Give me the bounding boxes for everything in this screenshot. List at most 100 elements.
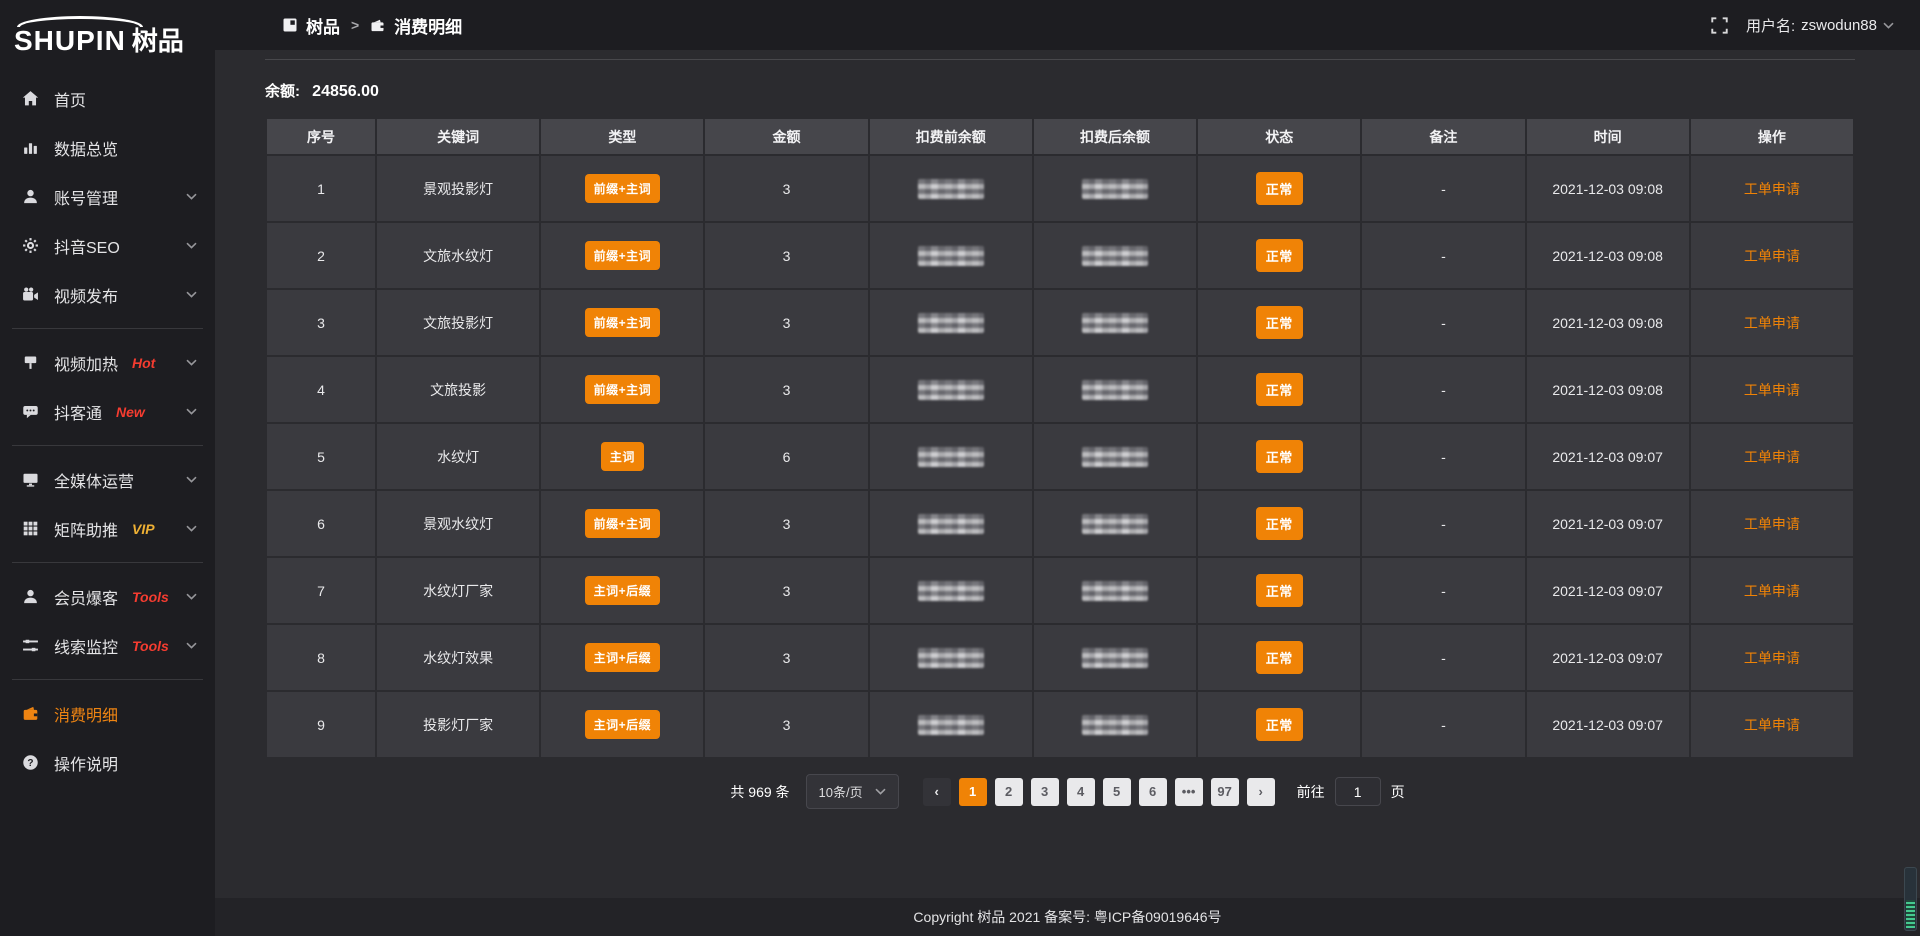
breadcrumb-item-home[interactable]: 树品 [306,13,340,38]
col-header-type: 类型 [540,118,704,155]
menu-divider [12,445,203,446]
status-badge: 正常 [1256,641,1303,674]
work-order-link[interactable]: 工单申请 [1744,181,1800,197]
col-header-amount: 金额 [704,118,868,155]
video-camera-icon [22,286,39,303]
work-order-link[interactable]: 工单申请 [1744,382,1800,398]
page-button-1[interactable]: 1 [959,778,987,806]
user-icon [22,188,39,205]
sidebar-menu: 首页 数据总览 账号管理 抖音 [0,64,215,787]
status-badge: 正常 [1256,507,1303,540]
work-order-link[interactable]: 工单申请 [1744,516,1800,532]
cell-keyword: 水纹灯效果 [376,624,540,691]
masked-balance [918,581,984,601]
menu-divider [12,328,203,329]
next-page-button[interactable]: › [1247,778,1275,806]
chevron-down-icon [186,242,197,249]
user-menu[interactable]: 用户名: zswodun88 [1746,15,1894,36]
page-button-2[interactable]: 2 [995,778,1023,806]
bottom-right-widget[interactable] [1904,867,1917,931]
work-order-link[interactable]: 工单申请 [1744,449,1800,465]
chevron-down-icon [186,359,197,366]
sidebar-item-label: 数据总览 [54,136,118,160]
sidebar-item-matrix-boost[interactable]: 矩阵助推 VIP [0,504,215,553]
breadcrumb: 树品 > 消费明细 [283,13,462,38]
cell-amount: 6 [704,423,868,490]
wallet-icon [22,705,39,722]
table-row: 5 水纹灯 主词 6 正常 - 2021-12-03 09:07 工单申请 [266,423,1854,490]
page-button-97[interactable]: 97 [1211,778,1239,806]
cell-index: 3 [266,289,376,356]
col-header-status: 状态 [1197,118,1361,155]
sidebar-item-operation-guide[interactable]: ? 操作说明 [0,738,215,787]
type-badge: 主词+后缀 [585,710,661,739]
sidebar-item-consumption-detail[interactable]: 消费明细 [0,689,215,738]
chevron-down-icon [186,291,197,298]
page-size-select[interactable]: 10条/页 [806,774,899,809]
page-button-3[interactable]: 3 [1031,778,1059,806]
sidebar-item-lead-monitoring[interactable]: 线索监控 Tools [0,621,215,670]
vip-badge: VIP [132,521,155,537]
pagination: 共 969 条 10条/页 ‹ 1 2 3 4 5 6 ••• 97 › 前 [215,774,1920,809]
sidebar-item-douketong[interactable]: 抖客通 New [0,387,215,436]
cell-index: 7 [266,557,376,624]
cell-status: 正常 [1197,624,1361,691]
pagination-total: 共 969 条 [730,782,789,802]
type-badge: 主词 [601,442,644,471]
sidebar-item-all-media-operation[interactable]: 全媒体运营 [0,455,215,504]
cell-action: 工单申请 [1690,691,1854,758]
widget-stripes-icon [1906,900,1915,928]
masked-balance [918,514,984,534]
logo-text-cn: 树品 [132,28,184,54]
masked-balance [1082,715,1148,735]
masked-balance [918,246,984,266]
status-badge: 正常 [1256,373,1303,406]
cell-type: 前缀+主词 [540,289,704,356]
masked-balance [1082,179,1148,199]
table-header-row: 序号 关键词 类型 金额 扣费前余额 扣费后余额 状态 备注 时间 操作 [266,118,1854,155]
sidebar-item-label: 视频发布 [54,283,118,307]
status-badge: 正常 [1256,239,1303,272]
cell-amount: 3 [704,557,868,624]
page-ellipsis-button[interactable]: ••• [1175,778,1203,806]
sidebar-item-label: 抖客通 [54,400,102,424]
cell-action: 工单申请 [1690,155,1854,222]
cell-balance-after [1033,691,1197,758]
work-order-link[interactable]: 工单申请 [1744,248,1800,264]
cell-status: 正常 [1197,423,1361,490]
page-button-5[interactable]: 5 [1103,778,1131,806]
cell-time: 2021-12-03 09:07 [1526,423,1690,490]
bar-chart-icon [22,139,39,156]
table-row: 1 景观投影灯 前缀+主词 3 正常 - 2021-12-03 09:08 工单… [266,155,1854,222]
cell-balance-after [1033,289,1197,356]
work-order-link[interactable]: 工单申请 [1744,717,1800,733]
sidebar-item-account-management[interactable]: 账号管理 [0,172,215,221]
sidebar-item-video-publish[interactable]: 视频发布 [0,270,215,319]
cell-note: - [1361,222,1525,289]
header-divider [265,59,1855,60]
goto-page-input[interactable] [1335,777,1381,806]
sidebar-item-data-overview[interactable]: 数据总览 [0,123,215,172]
fullscreen-icon[interactable] [1711,17,1728,34]
page-button-4[interactable]: 4 [1067,778,1095,806]
wallet-icon [370,18,385,33]
goto-label: 前往 [1297,782,1325,802]
table-row: 2 文旅水纹灯 前缀+主词 3 正常 - 2021-12-03 09:08 工单… [266,222,1854,289]
sidebar-item-video-heat[interactable]: 视频加热 Hot [0,338,215,387]
cell-keyword: 投影灯厂家 [376,691,540,758]
sidebar-item-douyin-seo[interactable]: 抖音SEO [0,221,215,270]
cell-balance-after [1033,356,1197,423]
work-order-link[interactable]: 工单申请 [1744,315,1800,331]
prev-page-button[interactable]: ‹ [923,778,951,806]
sidebar-item-home[interactable]: 首页 [0,74,215,123]
sidebar-item-member-burst[interactable]: 会员爆客 Tools [0,572,215,621]
page-button-6[interactable]: 6 [1139,778,1167,806]
cell-time: 2021-12-03 09:07 [1526,691,1690,758]
work-order-link[interactable]: 工单申请 [1744,583,1800,599]
cell-amount: 3 [704,356,868,423]
cell-status: 正常 [1197,691,1361,758]
sidebar: SHUPIN 树品 首页 数据总览 [0,0,215,936]
footer: Copyright 树品 2021 备案号: 粤ICP备09019646号 [215,898,1920,936]
work-order-link[interactable]: 工单申请 [1744,650,1800,666]
logo: SHUPIN 树品 [0,0,215,64]
